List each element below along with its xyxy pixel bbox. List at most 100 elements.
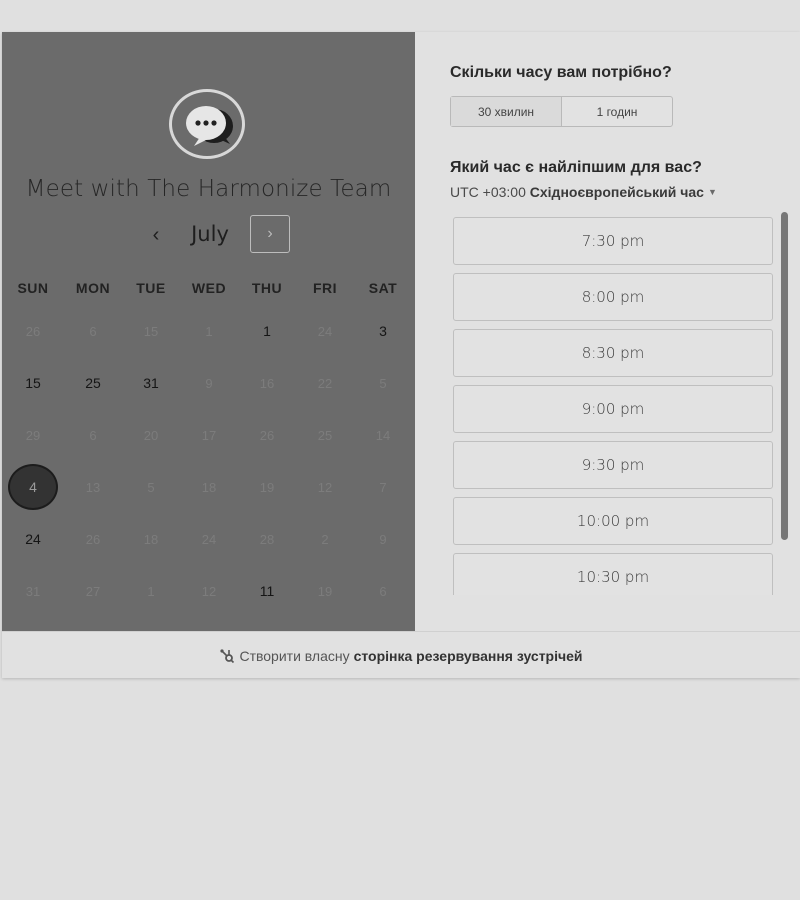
- calendar-week: 15 25 31 9 16 22 5: [2, 357, 415, 409]
- day-number: 7: [379, 479, 387, 495]
- caret-down-icon: ▼: [707, 187, 717, 197]
- day-number: 22: [317, 375, 333, 391]
- calendar-day: 19: [296, 565, 354, 617]
- calendar-week: 4 13 5 18 19 12 7: [2, 461, 415, 513]
- time-slot-button[interactable]: 9:00 pm: [453, 385, 773, 433]
- calendar-day[interactable]: 11: [238, 565, 296, 617]
- calendar-week: 29 6 20 17 26 25 14: [2, 409, 415, 461]
- day-number: 24: [317, 323, 333, 339]
- day-number: 26: [259, 427, 275, 443]
- calendar-day: 18: [122, 513, 180, 565]
- calendar-day-selected[interactable]: 4: [2, 461, 64, 513]
- calendar-day[interactable]: 3: [354, 305, 412, 357]
- day-number: 31: [25, 583, 41, 599]
- weekday-label: WED: [191, 280, 227, 296]
- footer-link-text[interactable]: сторінка резервування зустрічей: [354, 648, 583, 664]
- calendar-day: 1: [122, 565, 180, 617]
- scrollbar[interactable]: [781, 212, 788, 540]
- chat-bubble-icon: [186, 106, 233, 146]
- day-number: 15: [25, 375, 41, 391]
- time-selection-panel: Скільки часу вам потрібно? 30 хвилин 1 г…: [415, 32, 800, 631]
- chevron-left-icon: ‹: [152, 223, 160, 246]
- calendar-day: 25: [296, 409, 354, 461]
- calendar-grid: SUN MON TUE WED THU FRI SAT 26 6 15 1 1 24 3 15 25 31 9 1…: [2, 280, 415, 617]
- day-number: 9: [379, 531, 387, 547]
- weekday-label: SAT: [368, 280, 398, 296]
- day-number: 25: [85, 375, 101, 391]
- calendar-week: 31 27 1 12 11 19 6: [2, 565, 415, 617]
- calendar-day[interactable]: 1: [238, 305, 296, 357]
- duration-30-min-button[interactable]: 30 хвилин: [451, 97, 562, 126]
- calendar-week: 24 26 18 24 28 2 9: [2, 513, 415, 565]
- day-number: 11: [259, 583, 275, 599]
- prev-month-button[interactable]: ‹: [136, 215, 176, 255]
- time-slot-list: 7:30 pm 8:00 pm 8:30 pm 9:00 pm 9:30 pm 10:00…: [453, 217, 775, 595]
- calendar-day: 26: [238, 409, 296, 461]
- booking-card: Meet with The Harmonize Team ‹ July › SU…: [2, 32, 800, 678]
- day-number: 20: [143, 427, 159, 443]
- day-number: 25: [317, 427, 333, 443]
- day-number: 19: [317, 583, 333, 599]
- calendar-day: 6: [64, 409, 122, 461]
- time-slot-button[interactable]: 10:00 pm: [453, 497, 773, 545]
- duration-toggle: 30 хвилин 1 годин: [450, 96, 673, 127]
- day-number: 1: [147, 583, 155, 599]
- day-number: 12: [201, 583, 217, 599]
- timezone-selector[interactable]: UTC +03:00 Східноєвропейський час ▼: [450, 184, 717, 200]
- timezone-name: Східноєвропейський час: [529, 184, 704, 200]
- time-slot-button[interactable]: 7:30 pm: [453, 217, 773, 265]
- calendar-day: 7: [354, 461, 412, 513]
- calendar-week: 26 6 15 1 1 24 3: [2, 305, 415, 357]
- calendar-day: 26: [64, 513, 122, 565]
- calendar-day: 12: [180, 565, 238, 617]
- duration-question: Скільки часу вам потрібно?: [450, 64, 672, 81]
- calendar-day[interactable]: 24: [2, 513, 64, 565]
- calendar-day: 1: [180, 305, 238, 357]
- calendar-day[interactable]: 25: [64, 357, 122, 409]
- day-number: 9: [205, 375, 213, 391]
- day-number: 5: [147, 479, 155, 495]
- calendar-day[interactable]: 31: [122, 357, 180, 409]
- weekday-label: SUN: [17, 280, 49, 296]
- calendar-day: 18: [180, 461, 238, 513]
- day-number: 18: [201, 479, 217, 495]
- day-number: 12: [317, 479, 333, 495]
- calendar-day[interactable]: 15: [2, 357, 64, 409]
- calendar-day: 22: [296, 357, 354, 409]
- calendar-day: 31: [2, 565, 64, 617]
- day-number: 6: [379, 583, 387, 599]
- calendar-day: 19: [238, 461, 296, 513]
- time-slot-button[interactable]: 8:30 pm: [453, 329, 773, 377]
- weekday-header: SUN MON TUE WED THU FRI SAT: [2, 280, 415, 296]
- time-slot-button[interactable]: 8:00 pm: [453, 273, 773, 321]
- meeting-title: Meet with The Harmonize Team: [25, 176, 392, 202]
- timezone-offset: UTC +03:00: [450, 184, 526, 200]
- duration-1-hour-button[interactable]: 1 годин: [562, 97, 672, 126]
- day-number: 4: [8, 464, 58, 510]
- calendar-day: 14: [354, 409, 412, 461]
- day-number: 24: [25, 531, 41, 547]
- day-number: 1: [205, 323, 213, 339]
- footer-text: Створити власну: [239, 647, 350, 664]
- month-navigation: ‹ July ›: [2, 215, 415, 257]
- calendar-day: 6: [64, 305, 122, 357]
- calendar-day: 24: [180, 513, 238, 565]
- footer-link[interactable]: Створити власну сторінка резервування зу…: [2, 631, 800, 679]
- next-month-button[interactable]: ›: [250, 215, 290, 253]
- time-slot-button[interactable]: 10:30 pm: [453, 553, 773, 595]
- calendar-day: 17: [180, 409, 238, 461]
- day-number: 24: [201, 531, 217, 547]
- calendar-day: 15: [122, 305, 180, 357]
- day-number: 27: [85, 583, 101, 599]
- day-number: 28: [259, 531, 275, 547]
- day-number: 1: [263, 323, 271, 339]
- calendar-day: 5: [354, 357, 412, 409]
- calendar-day: 26: [2, 305, 64, 357]
- day-number: 29: [25, 427, 41, 443]
- day-number: 2: [321, 531, 329, 547]
- day-number: 13: [85, 479, 101, 495]
- calendar-day: 9: [354, 513, 412, 565]
- time-slot-button[interactable]: 9:30 pm: [453, 441, 773, 489]
- day-number: 3: [379, 323, 387, 339]
- calendar-days: 26 6 15 1 1 24 3 15 25 31 9 16 22 5 29 6 20 17 26 25 14 4 13 5 1…: [2, 305, 415, 617]
